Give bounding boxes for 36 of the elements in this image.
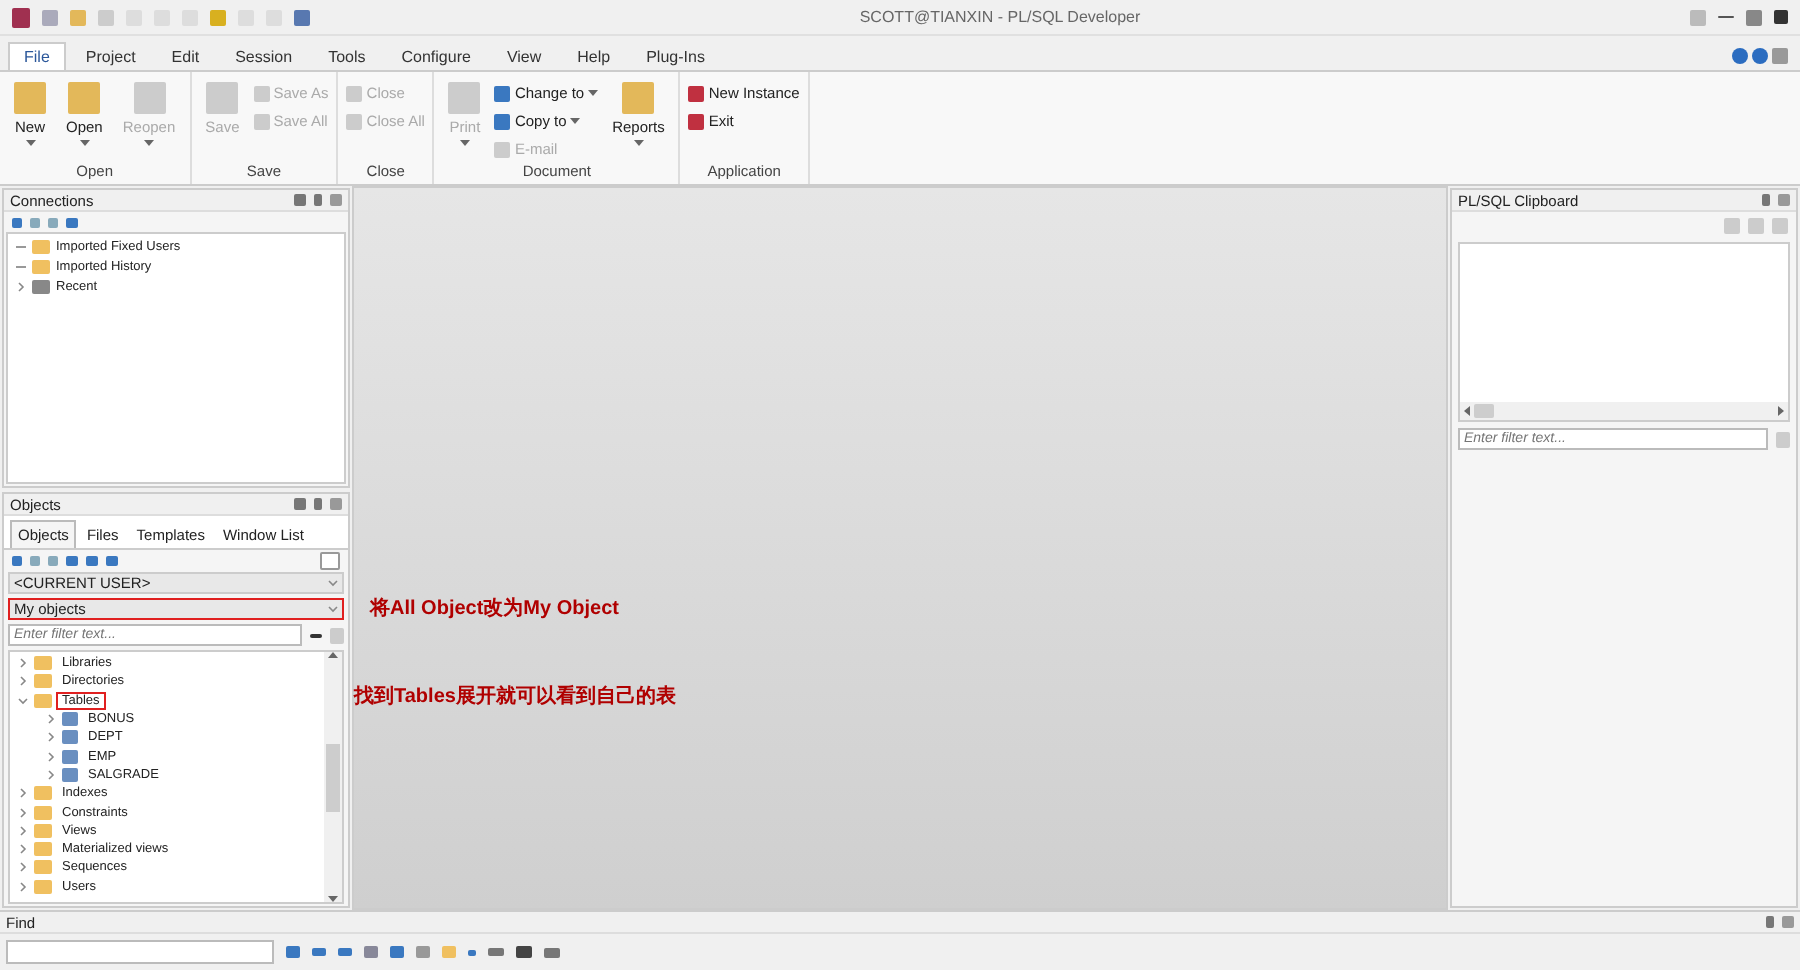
expander-icon[interactable] xyxy=(46,769,56,780)
scroll-right-icon[interactable] xyxy=(1778,406,1784,416)
expander-icon[interactable] xyxy=(18,844,28,855)
expander-icon[interactable] xyxy=(16,282,26,292)
expander-icon[interactable] xyxy=(18,807,28,818)
menu-tab[interactable]: Plug-Ins xyxy=(630,42,721,70)
scroll-down-icon xyxy=(328,896,338,902)
expander-icon[interactable] xyxy=(46,732,56,743)
expander-icon[interactable] xyxy=(18,676,28,687)
menu-tab[interactable]: File xyxy=(8,42,66,70)
menu-tab[interactable]: Session xyxy=(219,42,309,70)
annotation-text: 将All Object改为My Object xyxy=(370,598,619,622)
scroll-up-icon xyxy=(328,652,338,658)
menu-tab[interactable]: Tools xyxy=(312,42,382,70)
expander-icon[interactable] xyxy=(18,862,28,873)
menu-tab[interactable]: Help xyxy=(561,42,627,70)
expander-icon[interactable] xyxy=(46,751,56,762)
scroll-left-icon[interactable] xyxy=(1464,406,1470,416)
minimize-icon[interactable] xyxy=(1718,16,1734,18)
expander-icon[interactable] xyxy=(18,825,28,836)
expander-icon[interactable] xyxy=(46,714,56,725)
expander-icon[interactable] xyxy=(18,695,28,706)
menu-tab[interactable]: View xyxy=(490,42,558,70)
window-title: SCOTT@TIANXIN - PL/SQL Developer xyxy=(857,8,1143,26)
checkbox[interactable] xyxy=(320,551,340,569)
scrollbar-thumb[interactable] xyxy=(1474,404,1494,418)
expander-icon[interactable] xyxy=(18,658,28,669)
search-field[interactable] xyxy=(6,940,274,964)
expander-icon[interactable] xyxy=(18,881,28,892)
expander-icon[interactable] xyxy=(18,788,28,799)
menu-tab[interactable]: Project xyxy=(69,42,152,70)
app-icon xyxy=(12,7,30,27)
annotation-text: 找到Tables展开就可以看到自己的表 xyxy=(354,685,676,710)
menu-tab[interactable]: Configure xyxy=(385,42,487,70)
menu-tab[interactable]: Edit xyxy=(155,42,216,70)
scrollbar-thumb[interactable] xyxy=(326,743,340,811)
